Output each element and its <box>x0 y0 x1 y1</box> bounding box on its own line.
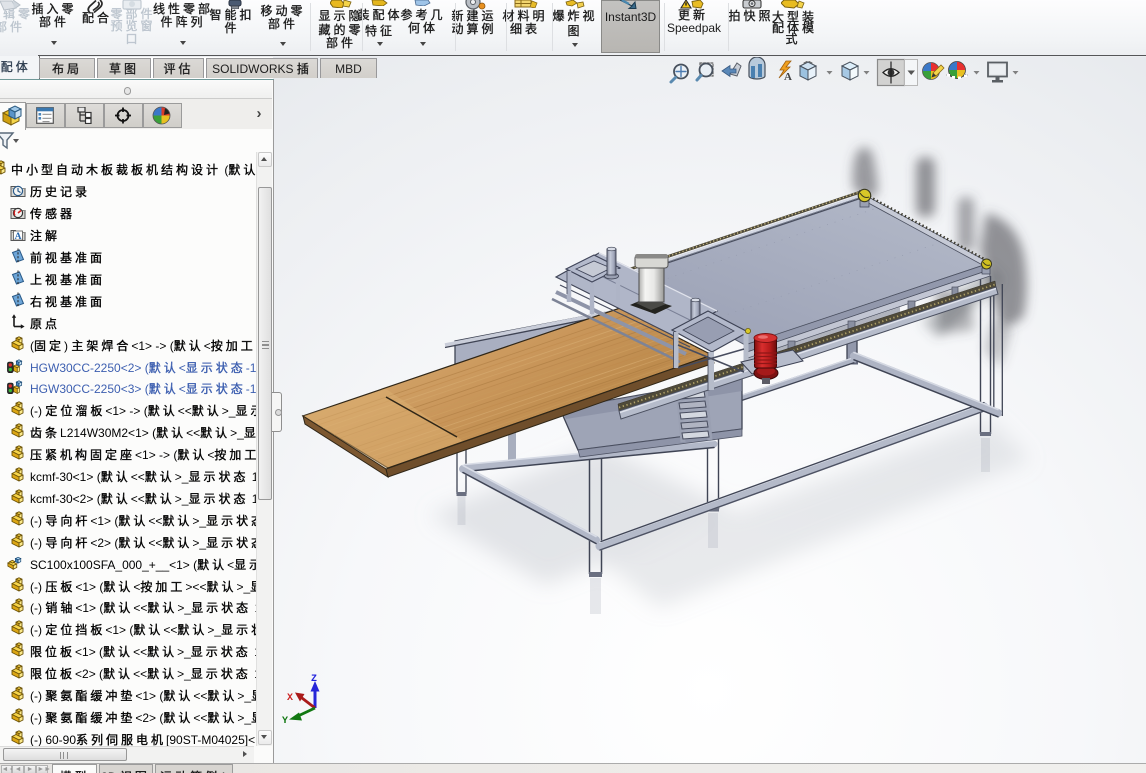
svg-text:Z: Z <box>311 674 317 685</box>
svg-text:X: X <box>287 693 293 704</box>
svg-text:A: A <box>784 71 792 83</box>
svg-text:Y: Y <box>282 716 288 727</box>
